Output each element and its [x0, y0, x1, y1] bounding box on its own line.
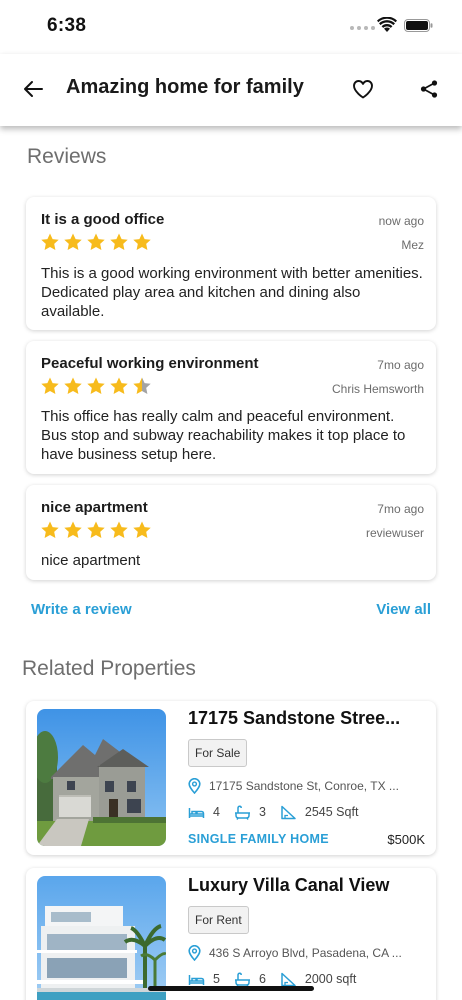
star-icon — [133, 233, 151, 250]
wifi-icon — [377, 17, 397, 32]
area-icon — [281, 972, 296, 986]
star-icon — [64, 521, 82, 538]
bed-icon — [188, 807, 205, 818]
review-title: nice apartment — [41, 499, 148, 516]
area: 2000 sqft — [280, 972, 356, 987]
star-icon — [87, 377, 105, 394]
home-indicator — [148, 986, 314, 991]
bathrooms: 6 — [234, 972, 266, 987]
related-properties-heading: Related Properties — [22, 657, 196, 680]
favorite-button[interactable] — [350, 76, 376, 102]
bathrooms: 3 — [234, 805, 266, 820]
bath-icon — [234, 805, 250, 820]
review-card: Peaceful working environment 7mo ago Chr… — [26, 341, 436, 474]
area: 2545 Sqft — [280, 805, 359, 820]
status-time: 6:38 — [47, 15, 87, 36]
reviews-heading: Reviews — [27, 145, 107, 168]
property-card[interactable]: 17175 Sandstone Stree... For Sale 17175 … — [26, 701, 436, 855]
property-title: Luxury Villa Canal View — [188, 875, 390, 895]
property-card[interactable]: Luxury Villa Canal View For Rent 436 S A… — [26, 868, 436, 1000]
review-text: This is a good working environment with … — [41, 265, 423, 320]
arrow-left-icon — [24, 81, 43, 97]
property-price: $500K — [387, 832, 425, 847]
view-all-link[interactable]: View all — [376, 601, 431, 618]
bedrooms-count: 5 — [213, 972, 220, 986]
area-icon — [281, 805, 296, 819]
star-icon — [110, 233, 128, 250]
star-icon — [87, 521, 105, 538]
star-rating — [39, 520, 153, 540]
property-title: 17175 Sandstone Stree... — [188, 708, 401, 728]
review-text: This office has really calm and peaceful… — [41, 408, 406, 463]
property-photo — [37, 709, 166, 846]
review-title: It is a good office — [41, 211, 165, 228]
star-icon — [133, 377, 151, 394]
location-pin-icon — [188, 945, 201, 961]
review-author: reviewuser — [365, 526, 424, 540]
status-badge: For Rent — [188, 906, 249, 934]
area-value: 2545 Sqft — [304, 805, 359, 819]
star-icon — [41, 377, 59, 394]
share-button[interactable] — [416, 76, 442, 102]
bathrooms-count: 6 — [258, 972, 266, 986]
status-badge: For Sale — [188, 739, 248, 767]
app-bar: Amazing home for family — [0, 54, 462, 126]
review-card: nice apartment 7mo ago reviewuser nice a… — [26, 485, 436, 580]
review-title: Peaceful working environment — [41, 355, 259, 372]
review-card: It is a good office now ago Mez This is … — [26, 197, 436, 330]
property-type: SINGLE FAMILY HOME — [188, 832, 329, 846]
review-time: 7mo ago — [377, 358, 424, 372]
bedrooms: 5 — [188, 972, 220, 987]
star-icon — [41, 233, 59, 250]
battery-icon — [404, 19, 433, 32]
review-time: now ago — [378, 214, 424, 228]
star-icon — [133, 521, 151, 538]
area-value: 2000 sqft — [304, 972, 357, 986]
star-icon — [87, 233, 105, 250]
review-text: nice apartment — [41, 552, 141, 569]
property-photo — [37, 876, 166, 1000]
star-rating — [39, 232, 153, 252]
page-title: Amazing home for family — [66, 76, 304, 98]
review-time: 7mo ago — [377, 502, 424, 516]
signal-icon — [350, 26, 375, 30]
back-button[interactable] — [20, 76, 46, 102]
bedrooms-count: 4 — [213, 805, 220, 819]
review-author: Mez — [401, 238, 424, 252]
property-address: 436 S Arroyo Blvd, Pasadena, CA ... — [188, 944, 428, 962]
star-icon — [64, 233, 82, 250]
star-icon — [110, 521, 128, 538]
star-icon — [110, 377, 128, 394]
property-features: 4 3 2545 Sqft — [188, 803, 372, 821]
bed-icon — [188, 974, 205, 985]
bath-icon — [234, 972, 250, 987]
address-text: 436 S Arroyo Blvd, Pasadena, CA ... — [209, 946, 402, 960]
heart-icon — [353, 80, 373, 99]
review-actions: Write a review View all — [0, 601, 462, 621]
bathrooms-count: 3 — [258, 805, 266, 819]
review-author: Chris Hemsworth — [331, 382, 424, 396]
bedrooms: 4 — [188, 805, 220, 820]
star-icon — [41, 521, 59, 538]
star-rating — [39, 376, 153, 396]
status-bar: 6:38 — [0, 0, 462, 54]
share-icon — [420, 80, 438, 98]
property-address: 17175 Sandstone St, Conroe, TX ... — [188, 777, 428, 795]
write-review-link[interactable]: Write a review — [31, 601, 132, 618]
star-icon — [64, 377, 82, 394]
location-pin-icon — [188, 778, 201, 794]
address-text: 17175 Sandstone St, Conroe, TX ... — [209, 779, 399, 793]
